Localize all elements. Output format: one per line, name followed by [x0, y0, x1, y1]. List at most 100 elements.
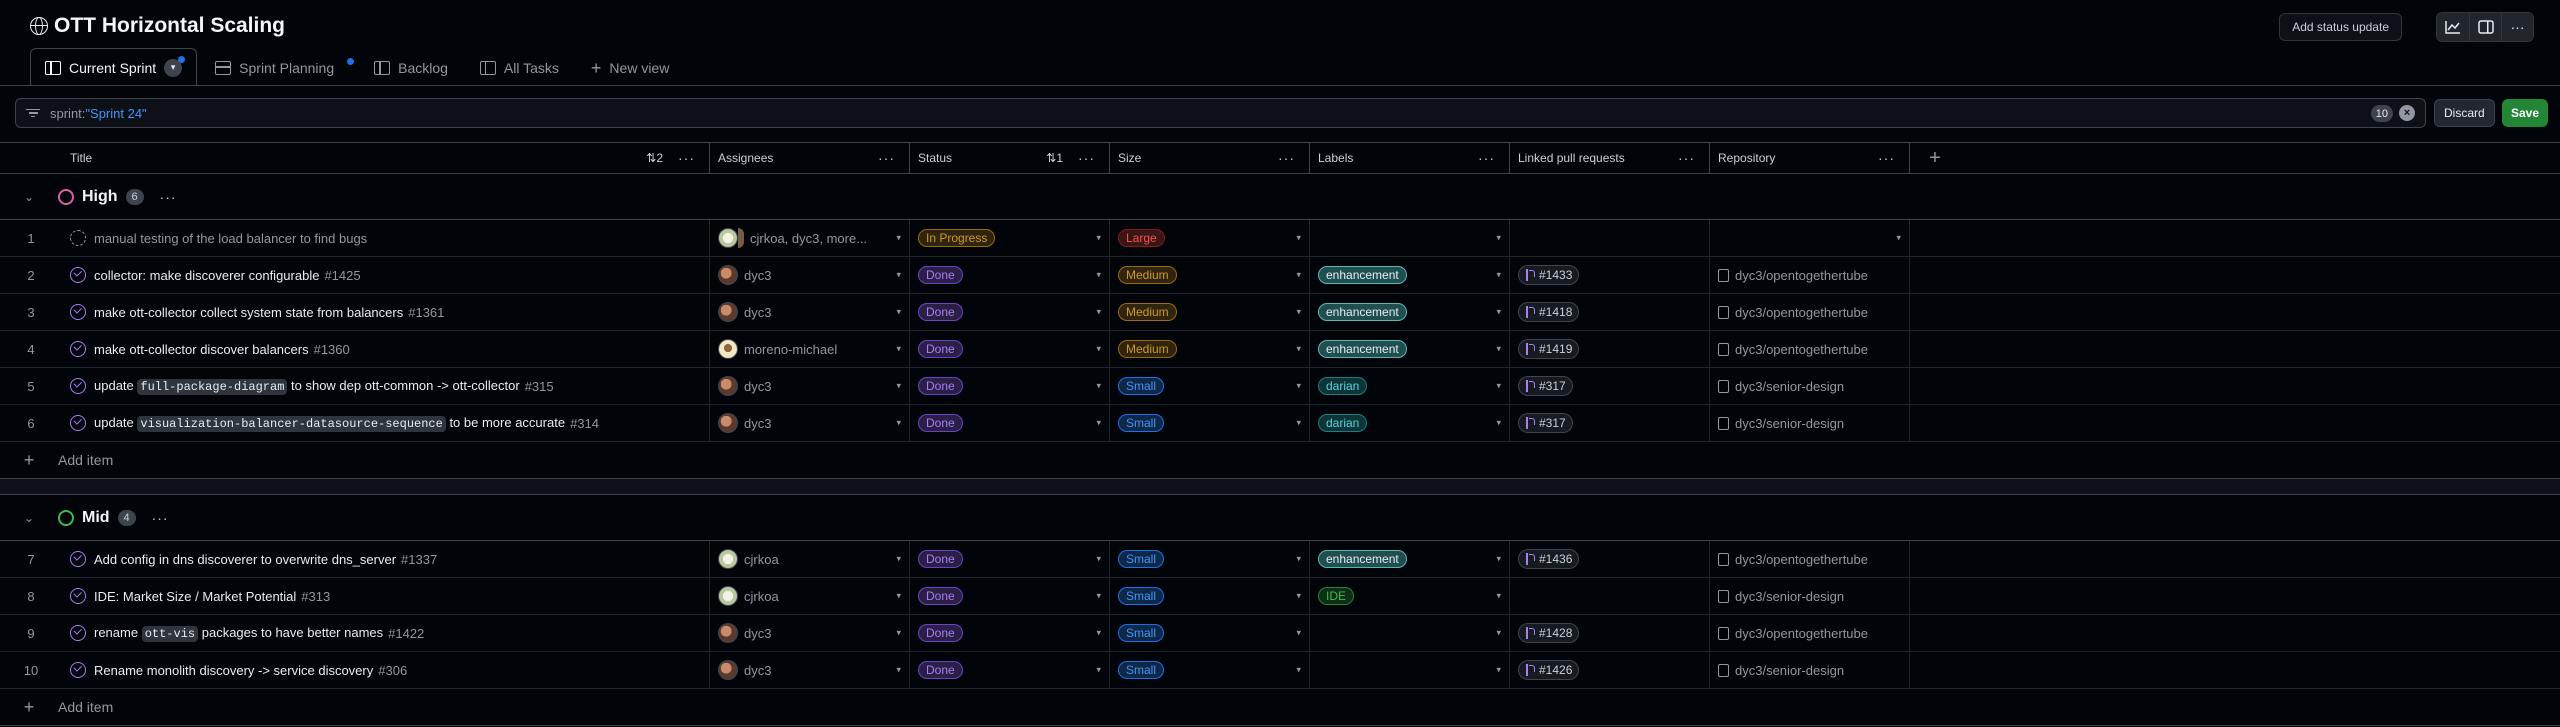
- status-cell[interactable]: Done ▾: [910, 615, 1110, 651]
- status-cell[interactable]: Done ▾: [910, 541, 1110, 577]
- linked-pr-cell[interactable]: [1510, 578, 1710, 614]
- repository-cell[interactable]: dyc3/opentogethertube: [1710, 257, 1910, 293]
- chevron-down-icon[interactable]: ▾: [1296, 591, 1301, 602]
- repository-cell[interactable]: dyc3/opentogethertube: [1710, 294, 1910, 330]
- size-cell[interactable]: Large ▾: [1110, 220, 1310, 256]
- linked-pr-cell[interactable]: #1428: [1510, 615, 1710, 651]
- chevron-down-icon[interactable]: ▾: [1496, 554, 1501, 565]
- linked-pr-cell[interactable]: #317: [1510, 405, 1710, 441]
- chevron-down-icon[interactable]: ▾: [1496, 344, 1501, 355]
- status-cell[interactable]: Done ▾: [910, 405, 1110, 441]
- size-cell[interactable]: Small ▾: [1110, 368, 1310, 404]
- issue-title[interactable]: IDE: Market Size / Market Potential: [94, 589, 296, 604]
- tab-menu-dropdown[interactable]: ▾: [164, 55, 186, 77]
- filter-query[interactable]: sprint:"Sprint 24": [50, 106, 147, 121]
- chevron-down-icon[interactable]: ▾: [1496, 418, 1501, 429]
- tab-backlog[interactable]: Backlog: [360, 50, 462, 86]
- chevron-down-icon[interactable]: ▾: [1096, 418, 1101, 429]
- labels-cell[interactable]: enhancement ▾: [1310, 294, 1510, 330]
- chevron-down-icon[interactable]: ▾: [1096, 307, 1101, 318]
- title-cell[interactable]: update visualization-balancer-datasource…: [62, 405, 710, 441]
- size-cell[interactable]: Medium ▾: [1110, 257, 1310, 293]
- linked-pr-token[interactable]: #1418: [1518, 302, 1580, 322]
- size-cell[interactable]: Small ▾: [1110, 541, 1310, 577]
- chevron-down-icon[interactable]: ▾: [1096, 344, 1101, 355]
- add-item-button[interactable]: + Add item: [0, 689, 2560, 726]
- status-cell[interactable]: Done ▾: [910, 652, 1110, 688]
- title-cell[interactable]: Rename monolith discovery -> service dis…: [62, 652, 710, 688]
- repository-cell[interactable]: dyc3/senior-design: [1710, 405, 1910, 441]
- column-header-repository[interactable]: Repository ···: [1710, 143, 1910, 173]
- chevron-down-icon[interactable]: ▾: [1496, 233, 1501, 244]
- assignees-cell[interactable]: cjrkoa, dyc3, more... ▾: [710, 220, 910, 256]
- linked-pr-token[interactable]: #1433: [1518, 265, 1580, 285]
- repository-cell[interactable]: ▾: [1710, 220, 1910, 256]
- add-status-update-button[interactable]: Add status update: [2279, 13, 2402, 41]
- chevron-down-icon[interactable]: ▾: [896, 665, 901, 676]
- linked-pr-cell[interactable]: #1426: [1510, 652, 1710, 688]
- repository-name[interactable]: dyc3/senior-design: [1735, 416, 1844, 431]
- group-menu-icon[interactable]: ···: [152, 510, 169, 526]
- size-cell[interactable]: Medium ▾: [1110, 294, 1310, 330]
- discard-button[interactable]: Discard: [2434, 99, 2495, 127]
- chevron-down-icon[interactable]: ▾: [1496, 628, 1501, 639]
- chevron-down-icon[interactable]: ▾: [1096, 233, 1101, 244]
- repository-name[interactable]: dyc3/opentogethertube: [1735, 626, 1868, 641]
- issue-title[interactable]: update full-package-diagram to show dep …: [94, 378, 520, 395]
- table-row[interactable]: 1 manual testing of the load balancer to …: [0, 220, 2560, 257]
- issue-number[interactable]: #1422: [388, 626, 424, 641]
- issue-title[interactable]: manual testing of the load balancer to f…: [94, 231, 367, 246]
- table-row[interactable]: 8 IDE: Market Size / Market Potential #313…: [0, 578, 2560, 615]
- labels-cell[interactable]: ▾: [1310, 220, 1510, 256]
- title-cell[interactable]: Add config in dns discoverer to overwrit…: [62, 541, 710, 577]
- chevron-down-icon[interactable]: ▾: [896, 233, 901, 244]
- issue-number[interactable]: #1360: [314, 342, 350, 357]
- linked-pr-cell[interactable]: #1419: [1510, 331, 1710, 367]
- repository-cell[interactable]: dyc3/senior-design: [1710, 368, 1910, 404]
- chevron-down-icon[interactable]: ▾: [1296, 628, 1301, 639]
- linked-pr-token[interactable]: #1419: [1518, 339, 1580, 359]
- chevron-down-icon[interactable]: ▾: [1296, 381, 1301, 392]
- size-cell[interactable]: Small ▾: [1110, 578, 1310, 614]
- chevron-down-icon[interactable]: ⌄: [0, 190, 58, 204]
- column-header-labels[interactable]: Labels ···: [1310, 143, 1510, 173]
- labels-cell[interactable]: enhancement ▾: [1310, 331, 1510, 367]
- repository-name[interactable]: dyc3/senior-design: [1735, 663, 1844, 678]
- insights-chart-icon[interactable]: [2437, 13, 2469, 41]
- status-cell[interactable]: Done ▾: [910, 368, 1110, 404]
- labels-cell[interactable]: ▾: [1310, 615, 1510, 651]
- chevron-down-icon[interactable]: ▾: [1496, 591, 1501, 602]
- repository-name[interactable]: dyc3/senior-design: [1735, 589, 1844, 604]
- assignees-cell[interactable]: moreno-michael ▾: [710, 331, 910, 367]
- repository-cell[interactable]: dyc3/opentogethertube: [1710, 331, 1910, 367]
- chevron-down-icon[interactable]: ▾: [1096, 270, 1101, 281]
- assignees-cell[interactable]: cjrkoa ▾: [710, 578, 910, 614]
- chevron-down-icon[interactable]: ▾: [1496, 307, 1501, 318]
- size-cell[interactable]: Medium ▾: [1110, 331, 1310, 367]
- chevron-down-icon[interactable]: ▾: [1296, 418, 1301, 429]
- add-item-button[interactable]: + Add item: [0, 442, 2560, 479]
- title-cell[interactable]: manual testing of the load balancer to f…: [62, 220, 710, 256]
- chevron-down-icon[interactable]: ▾: [896, 344, 901, 355]
- linked-pr-token[interactable]: #1426: [1518, 660, 1580, 680]
- table-row[interactable]: 7 Add config in dns discoverer to overwri…: [0, 541, 2560, 578]
- chevron-down-icon[interactable]: ▾: [896, 554, 901, 565]
- title-cell[interactable]: IDE: Market Size / Market Potential #313: [62, 578, 710, 614]
- group-header-mid[interactable]: ⌄ Mid 4 ···: [0, 495, 2560, 541]
- repository-name[interactable]: dyc3/senior-design: [1735, 379, 1844, 394]
- linked-pr-token[interactable]: #317: [1518, 376, 1573, 396]
- sort-ascending-icon[interactable]: ⇅2: [646, 151, 663, 165]
- assignees-cell[interactable]: dyc3 ▾: [710, 257, 910, 293]
- chevron-down-icon[interactable]: ▾: [1096, 554, 1101, 565]
- column-menu-icon[interactable]: ···: [878, 150, 895, 166]
- repository-cell[interactable]: dyc3/opentogethertube: [1710, 615, 1910, 651]
- chevron-down-icon[interactable]: ⌄: [0, 511, 58, 525]
- repository-name[interactable]: dyc3/opentogethertube: [1735, 552, 1868, 567]
- sort-ascending-icon[interactable]: ⇅1: [1046, 151, 1063, 165]
- project-title[interactable]: OTT Horizontal Scaling: [30, 14, 285, 38]
- column-header-size[interactable]: Size ···: [1110, 143, 1310, 173]
- repository-name[interactable]: dyc3/opentogethertube: [1735, 342, 1868, 357]
- repository-cell[interactable]: dyc3/senior-design: [1710, 652, 1910, 688]
- chevron-down-icon[interactable]: ▾: [896, 628, 901, 639]
- side-panel-icon[interactable]: [2469, 13, 2501, 41]
